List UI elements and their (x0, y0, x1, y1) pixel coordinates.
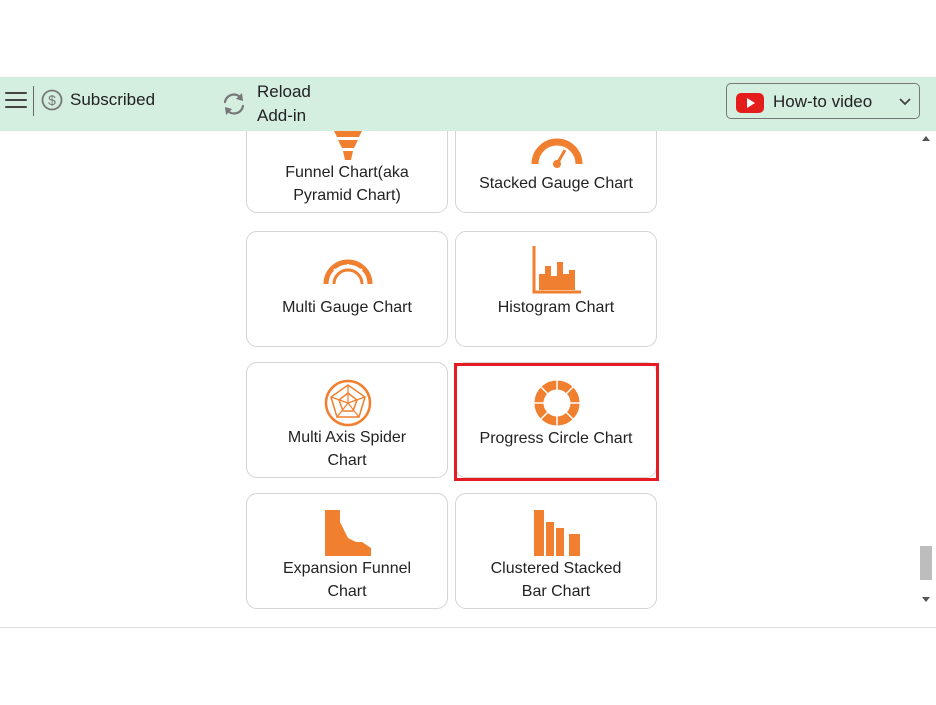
howto-video-dropdown[interactable]: How-to video (726, 83, 920, 119)
chart-card-label: Multi Axis Spider (287, 429, 407, 446)
chart-card-funnel[interactable]: Funnel Chart(aka Pyramid Chart) (246, 131, 448, 213)
chart-card-label: Chart (327, 452, 367, 469)
dollar-circle-icon: $ (41, 89, 63, 111)
subscription-status: Subscribed (70, 90, 156, 109)
chart-card-spider[interactable]: Multi Axis Spider Chart (246, 362, 448, 478)
howto-video-label: How-to video (773, 92, 873, 111)
youtube-icon (736, 93, 764, 113)
chart-card-label: Histogram Chart (497, 299, 615, 316)
chart-card-label: Progress Circle Chart (479, 430, 633, 447)
chart-card-stacked-gauge[interactable]: Stacked Gauge Chart (455, 131, 657, 213)
reload-addin-button[interactable]: Reload Add-in (257, 80, 311, 128)
svg-text:$: $ (48, 92, 56, 108)
chart-card-label: Pyramid Chart) (293, 187, 401, 204)
reload-label-line2: Add-in (257, 106, 307, 125)
chart-card-label: Clustered Stacked (490, 560, 622, 577)
vertical-scrollbar[interactable] (918, 131, 935, 611)
chart-card-label: Multi Gauge Chart (282, 299, 412, 316)
chart-card-histogram[interactable]: Histogram Chart (455, 231, 657, 347)
reload-icon[interactable] (220, 90, 248, 118)
scroll-up-arrow-icon[interactable] (922, 136, 930, 141)
chart-card-label: Bar Chart (521, 583, 591, 600)
toolbar-divider (33, 86, 34, 116)
chart-card-label: Chart (327, 583, 367, 600)
hamburger-menu-icon[interactable] (5, 92, 27, 108)
chart-card-multi-gauge[interactable]: Multi Gauge Chart (246, 231, 448, 347)
expansion-funnel-icon (325, 510, 371, 556)
stacked-gauge-icon (531, 138, 583, 168)
reload-label-line1: Reload (257, 82, 311, 101)
chart-card-progress-circle[interactable]: Progress Circle Chart (455, 362, 657, 478)
panel-bottom-divider (0, 627, 936, 628)
chart-card-expansion-funnel[interactable]: Expansion Funnel Chart (246, 493, 448, 609)
spider-chart-icon (324, 379, 372, 427)
chart-card-label: Funnel Chart(aka (285, 164, 409, 181)
clustered-stacked-bar-icon (534, 510, 580, 556)
scroll-down-arrow-icon[interactable] (922, 597, 930, 602)
scrollbar-thumb[interactable] (920, 546, 932, 580)
progress-circle-icon (534, 380, 580, 426)
chart-card-label: Expansion Funnel (282, 560, 412, 577)
histogram-icon (532, 246, 581, 294)
chevron-down-icon (899, 98, 911, 106)
chart-gallery: Funnel Chart(aka Pyramid Chart) Stacked … (0, 131, 918, 611)
chart-card-clustered-stacked-bar[interactable]: Clustered Stacked Bar Chart (455, 493, 657, 609)
chart-card-label: Stacked Gauge Chart (479, 175, 633, 192)
